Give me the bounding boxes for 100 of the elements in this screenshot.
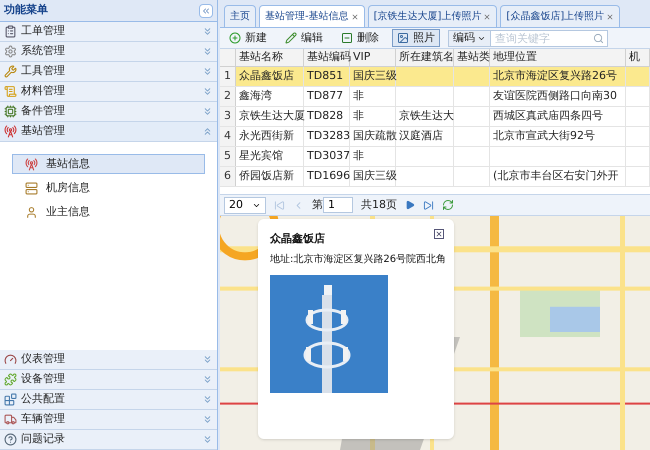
table-cell-text: 众晶鑫饭店	[239, 68, 294, 84]
close-icon[interactable]	[350, 12, 359, 20]
table-cell-text: 友谊医院西侧路口向南30	[493, 88, 617, 104]
wrench-icon	[4, 65, 17, 78]
collapse-button[interactable]	[199, 4, 213, 18]
table-cell-text: 国庆三级	[353, 168, 397, 184]
row-number: 6	[220, 167, 236, 186]
column-header[interactable]: 所在建筑名	[396, 49, 454, 66]
table-cell-text: TD3037	[307, 148, 350, 164]
accordion-header[interactable]: 仪表管理	[0, 350, 217, 370]
tab[interactable]: [众晶鑫饭店]上传照片	[500, 5, 620, 27]
accordion-header[interactable]: 公共配置	[0, 390, 217, 410]
panel-title: 功能菜单	[4, 2, 48, 18]
accordion-header[interactable]: 设备管理	[0, 370, 217, 390]
table-cell-text: 星光宾馆	[239, 148, 283, 164]
accordion-header[interactable]: 工单管理	[0, 22, 217, 42]
table-row[interactable]: 2 鑫海湾 TD877 非 友谊医院西侧路口向南30	[220, 87, 650, 107]
accordion-label: 设备管理	[21, 371, 66, 388]
puzzle-icon	[4, 373, 17, 386]
column-header[interactable]: 基站编码	[304, 49, 350, 66]
column-header[interactable]: 机	[626, 49, 650, 66]
chevron-down-icon	[202, 46, 213, 57]
search-icon[interactable]	[593, 32, 604, 44]
menu-item[interactable]: 机房信息	[12, 178, 205, 198]
chevron-down-icon	[202, 26, 213, 37]
antenna-icon	[4, 125, 17, 138]
accordion-label: 系统管理	[21, 43, 66, 60]
column-header[interactable]: 基站名称	[236, 49, 304, 66]
accordion-header[interactable]: 工具管理	[0, 62, 217, 82]
accordion-header[interactable]: 问题记录	[0, 430, 217, 450]
column-header[interactable]: VIP	[350, 49, 396, 66]
table-cell-text: TD851	[307, 68, 344, 84]
accordion-label: 工单管理	[21, 23, 66, 40]
row-number: 5	[220, 147, 236, 166]
chevrons-left-icon	[201, 6, 211, 16]
table-row[interactable]: 6 侨园饭店新 TD1696 国庆三级 (北京市丰台区右安门外开	[220, 167, 650, 187]
toolbar-button[interactable]: 照片	[392, 29, 440, 47]
person-icon	[25, 206, 38, 218]
accordion-header[interactable]: 材料管理	[0, 82, 217, 102]
next-page-icon[interactable]	[405, 200, 415, 210]
accordion-label: 工具管理	[21, 63, 66, 80]
table-cell-text: 国庆三级	[353, 68, 397, 84]
accordion-header[interactable]: 基站管理	[0, 122, 217, 142]
menu-item-label: 机房信息	[46, 180, 90, 196]
table-row[interactable]: 3 京铁生达大厦 TD828 非 京铁生达大 西城区真武庙四条四号	[220, 107, 650, 127]
chip-icon	[4, 105, 17, 118]
tab[interactable]: 基站管理-基站信息	[259, 5, 365, 27]
menu-item-label: 基站信息	[46, 156, 90, 172]
row-number: 2	[220, 87, 236, 106]
accordion-header[interactable]: 车辆管理	[0, 410, 217, 430]
toolbar-button[interactable]: 编辑	[280, 29, 328, 47]
column-header[interactable]: 地理位置	[490, 49, 626, 66]
chevron-down-icon	[202, 394, 213, 405]
table-cell-text: TD1696	[307, 168, 350, 184]
table-cell-text: 京铁生达大	[399, 108, 454, 124]
table-cell-text: 北京市宣武大街92号	[493, 128, 595, 144]
table-cell-text: (北京市丰台区右安门外开	[493, 168, 618, 184]
tab[interactable]: [京铁生达大厦]上传照片	[368, 5, 498, 27]
column-header[interactable]: 基站类	[454, 49, 490, 66]
chevron-up-icon	[202, 126, 213, 137]
page-label: 第	[312, 196, 323, 213]
truck-icon	[4, 413, 17, 426]
image-icon	[397, 32, 409, 44]
page-size-select[interactable]: 20	[224, 196, 266, 214]
table-cell-text: 京铁生达大厦	[239, 108, 305, 124]
help-icon	[4, 433, 17, 446]
accordion-label: 仪表管理	[21, 351, 66, 368]
plus-icon	[229, 32, 241, 44]
accordion-header[interactable]: 备件管理	[0, 102, 217, 122]
scroll-icon	[4, 85, 17, 98]
table-row[interactable]: 5 星光宾馆 TD3037 非	[220, 147, 650, 167]
table-cell-text: 国庆疏散	[353, 128, 397, 144]
accordion-header[interactable]: 系统管理	[0, 42, 217, 62]
toolbar-button[interactable]: 新建	[224, 29, 272, 47]
menu-item[interactable]: 业主信息	[12, 202, 205, 222]
field-select[interactable]: 编码	[448, 30, 491, 46]
table-row[interactable]: 4 永光西街新 TD3283 国庆疏散 汉庭酒店 北京市宣武大街92号	[220, 127, 650, 147]
chevron-down-icon	[202, 66, 213, 77]
row-number: 3	[220, 107, 236, 126]
last-page-icon[interactable]	[423, 200, 434, 210]
accordion-label: 问题记录	[21, 431, 66, 448]
table-cell-text: 北京市海淀区复兴路26号	[493, 68, 617, 84]
blocks-icon	[4, 393, 17, 406]
accordion-label: 公共配置	[21, 391, 66, 408]
chevron-down-icon	[202, 434, 213, 445]
page-field[interactable]: 1	[323, 197, 353, 213]
toolbar-button[interactable]: 删除	[336, 29, 384, 47]
menu-item[interactable]: 基站信息	[12, 154, 205, 174]
page-total: 共18页	[361, 196, 397, 213]
table-row[interactable]: 1 众晶鑫饭店 TD851 国庆三级 北京市海淀区复兴路26号	[220, 67, 650, 87]
search-field[interactable]: 查询关键字	[491, 30, 608, 46]
chevron-down-icon	[202, 374, 213, 385]
table-cell-text: 侨园饭店新	[239, 168, 294, 184]
chevron-down-icon	[202, 414, 213, 425]
table-cell-text: 永光西街新	[239, 128, 294, 144]
refresh-icon[interactable]	[442, 199, 454, 211]
table-cell-text: TD877	[307, 88, 344, 104]
tab[interactable]: 主页	[224, 5, 256, 27]
table-cell-text: TD3283	[307, 128, 350, 144]
chevron-down-icon	[202, 86, 213, 97]
